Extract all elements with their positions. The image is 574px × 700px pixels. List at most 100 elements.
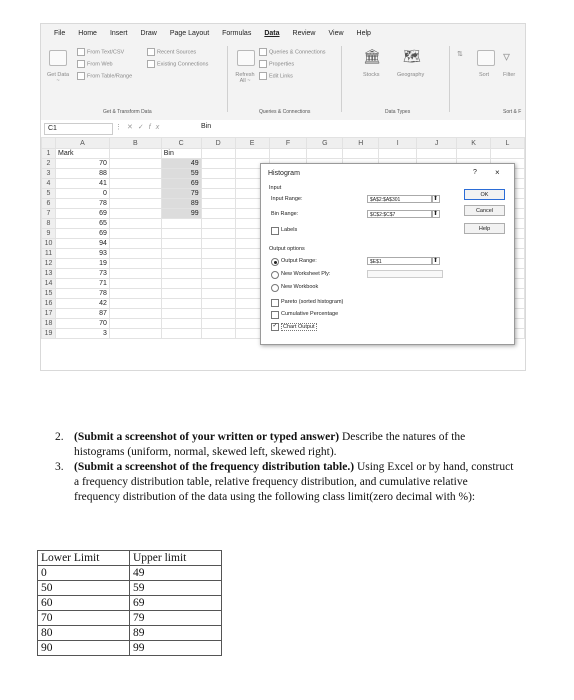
tab-review[interactable]: Review [293,30,316,37]
cell[interactable] [108,218,162,229]
from-table-range-button[interactable]: From Table/Range [77,72,132,80]
row-header[interactable]: 6 [41,198,56,209]
column-header[interactable]: I [378,137,418,149]
cell[interactable] [108,278,162,289]
cell-mark[interactable]: 42 [54,298,110,309]
row-header[interactable]: 5 [41,188,56,199]
filter-button[interactable]: Filter [503,72,515,78]
cancel-icon[interactable]: ✕ [127,124,138,131]
sort-ascending-icon[interactable]: ⇅ [457,50,463,58]
cell[interactable] [200,168,236,179]
recent-sources-button[interactable]: Recent Sources [147,48,196,56]
cell-bin[interactable] [160,318,202,329]
cumulative-checkbox[interactable] [271,311,279,319]
cell[interactable] [108,268,162,279]
column-header[interactable]: J [416,137,458,149]
more-icon[interactable]: ⋮ [115,124,127,131]
row-header[interactable]: 12 [41,258,56,269]
tab-data[interactable]: Data [264,30,279,37]
row-header[interactable]: 16 [41,298,56,309]
get-data-button[interactable]: Get Data ~ [47,72,69,84]
cell-bin[interactable] [160,258,202,269]
edit-links-button[interactable]: Edit Links [259,72,293,80]
cell-bin[interactable] [160,288,202,299]
cell[interactable] [200,288,236,299]
collapse-dialog-icon[interactable]: ⬆ [431,195,440,203]
cell[interactable] [108,308,162,319]
cell-bin[interactable] [160,298,202,309]
cell-mark[interactable]: 71 [54,278,110,289]
name-box[interactable]: C1 [44,123,113,135]
cell-bin[interactable]: 69 [160,178,202,189]
cell[interactable] [108,318,162,329]
cancel-button[interactable]: Cancel [464,205,505,216]
select-all-corner[interactable] [41,137,56,149]
column-header[interactable]: D [200,137,236,149]
cell[interactable] [200,188,236,199]
new-workbook-radio[interactable] [271,284,279,292]
cell-mark[interactable]: 0 [54,188,110,199]
from-text-csv-button[interactable]: From Text/CSV [77,48,124,56]
new-worksheet-radio[interactable] [271,271,279,279]
cell[interactable] [200,238,236,249]
tab-home[interactable]: Home [78,30,97,37]
row-header[interactable]: 18 [41,318,56,329]
cell[interactable] [108,178,162,189]
cell[interactable] [108,198,162,209]
tab-view[interactable]: View [328,30,343,37]
cell-mark[interactable]: 70 [54,318,110,329]
cell-bin[interactable]: 49 [160,158,202,169]
cell[interactable] [200,328,236,339]
cell-bin[interactable]: Bin [160,148,202,159]
cell-bin[interactable]: 99 [160,208,202,219]
cell[interactable] [234,148,270,159]
column-header[interactable]: B [108,137,162,149]
row-header[interactable]: 8 [41,218,56,229]
enter-icon[interactable]: ✓ [138,124,149,131]
cell[interactable] [490,148,525,159]
cell-mark[interactable]: 41 [54,178,110,189]
cell[interactable] [200,158,236,169]
row-header[interactable]: 14 [41,278,56,289]
cell-mark[interactable]: Mark [54,148,110,159]
formula-input[interactable]: Bin [201,123,211,130]
chart-output-checkbox[interactable]: ✓ [271,323,279,331]
cell-bin[interactable] [160,308,202,319]
row-header[interactable]: 1 [41,148,56,159]
properties-button[interactable]: Properties [259,60,294,68]
cell-mark[interactable]: 19 [54,258,110,269]
cell[interactable] [200,258,236,269]
refresh-all-button[interactable]: Refresh All ~ [233,72,257,84]
cell-mark[interactable]: 70 [54,158,110,169]
cell[interactable] [200,298,236,309]
column-header[interactable]: L [490,137,525,149]
cell[interactable] [108,148,162,159]
row-header[interactable]: 11 [41,248,56,259]
tab-formulas[interactable]: Formulas [222,30,251,37]
collapse-dialog-icon[interactable]: ⬆ [431,257,440,265]
column-header[interactable]: K [456,137,491,149]
cell[interactable] [378,148,418,159]
tab-help[interactable]: Help [357,30,371,37]
cell-mark[interactable]: 69 [54,228,110,239]
cell[interactable] [108,258,162,269]
cell[interactable] [108,248,162,259]
cell[interactable] [108,328,162,339]
labels-checkbox[interactable] [271,227,279,235]
cell-mark[interactable]: 78 [54,198,110,209]
help-button[interactable]: Help [464,223,505,234]
cell[interactable] [200,198,236,209]
stocks-button[interactable]: Stocks [363,72,380,78]
bin-range-field[interactable]: $C$2:$C$7 [367,210,433,218]
cell-mark[interactable]: 88 [54,168,110,179]
cell-bin[interactable] [160,228,202,239]
cell[interactable] [108,288,162,299]
ok-button[interactable]: OK [464,189,505,200]
cell[interactable] [108,188,162,199]
tab-page-layout[interactable]: Page Layout [170,30,209,37]
cell[interactable] [416,148,458,159]
row-header[interactable]: 4 [41,178,56,189]
row-header[interactable]: 19 [41,328,56,339]
cell-mark[interactable]: 65 [54,218,110,229]
row-header[interactable]: 13 [41,268,56,279]
